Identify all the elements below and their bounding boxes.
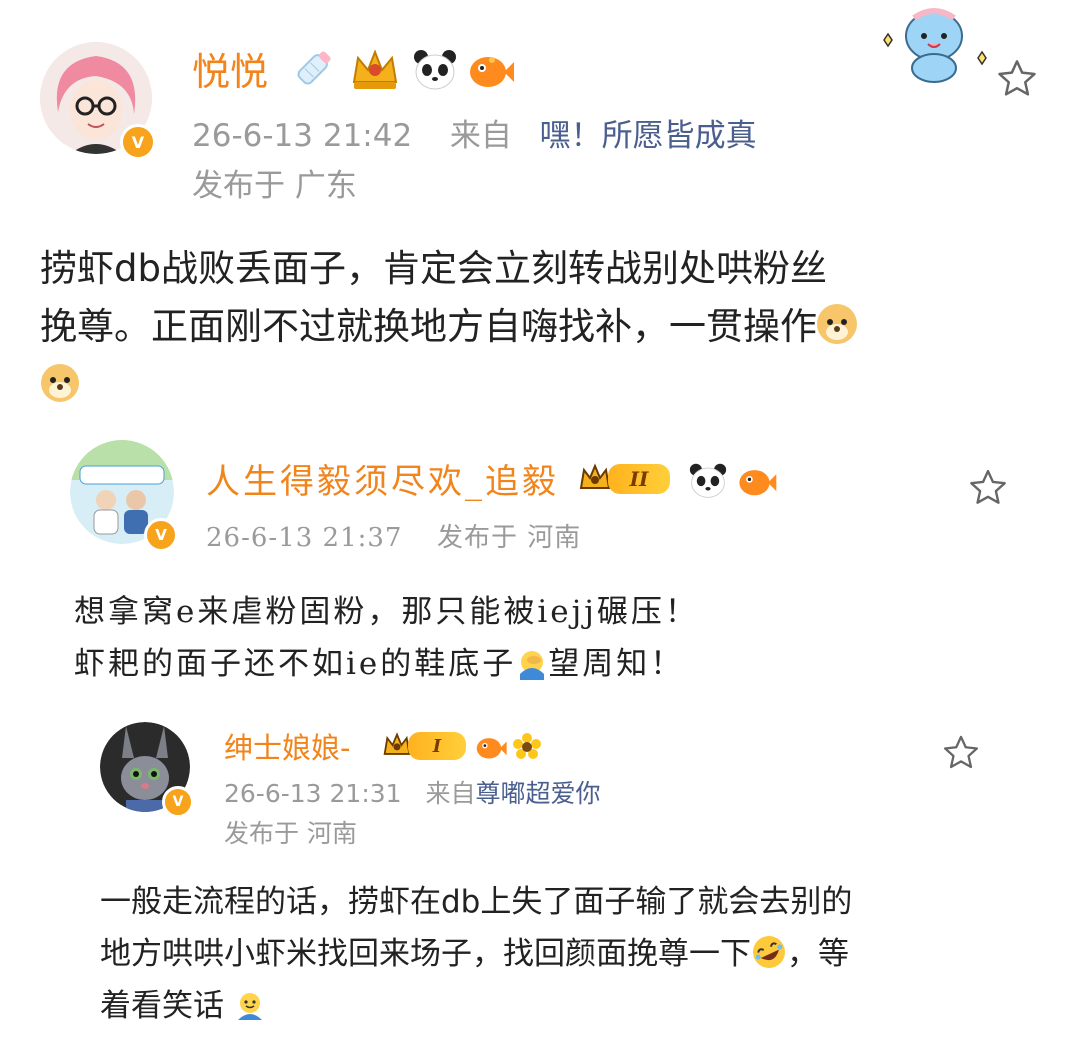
post-content-line [40,356,1050,414]
source-prefix: 来自 [449,118,512,154]
favorite-star-icon[interactable] [940,732,982,778]
post-content-line: 挽尊。正面刚不过就换地方自嗨找补，一贯操作 [40,298,1050,356]
post-location: 发布于 河南 [224,819,357,848]
post-content: 想拿窝e来虐粉固粉，那只能被iejj碾压！ 虾耙的面子还不如ie的鞋底子 望周知… [74,586,974,690]
blue-mascot-decoration-icon [874,6,994,88]
post-time: 26-6-13 21:37 [206,523,403,553]
post-location: 发布于 河南 [437,523,582,553]
post-content-line: 着看笑话 [100,980,1060,1032]
verified-badge: V [120,124,156,160]
facepalm-emoji-icon [516,644,548,680]
source-prefix: 来自 [425,779,476,808]
post-content-line: 一般走流程的话，捞虾在db上失了面子输了就会去别的 [100,884,853,920]
panda-icon [688,462,728,504]
baby-bottle-icon [286,46,338,98]
post-time: 26-6-13 21:42 [192,118,413,154]
source-link[interactable]: 尊嘟超爱你 [476,779,601,808]
panda-icon [412,48,458,96]
orange-fish-icon [736,462,778,504]
post-content-line: 虾耙的面子还不如ie的鞋底子 望周知！ [74,644,685,682]
member-level-badge: II [578,462,670,496]
orange-fish-icon [474,732,508,766]
post-time: 26-6-13 21:31 [224,779,402,808]
favorite-star-icon[interactable] [966,466,1010,514]
post-meta: 26-6-13 21:42 来自 嘿！所愿皆成真 [192,116,757,156]
post-meta: 26-6-13 21:31 来自尊嘟超爱你 [224,776,601,812]
post-content: 一般走流程的话，捞虾在db上失了面子输了就会去别的 地方哄哄小虾米找回来场子，找… [100,876,1060,1032]
post-content-line: 想拿窝e来虐粉固粉，那只能被iejj碾压！ [74,594,699,630]
gold-crown-icon [348,46,402,96]
post-content-line: 地方哄哄小虾米找回来场子，找回颜面挽尊一下 ，等 [100,928,1060,980]
avatar[interactable]: V [100,722,194,818]
verified-badge: V [144,518,178,552]
avatar[interactable]: V [40,42,156,160]
sunflower-icon [512,732,542,766]
source-link[interactable]: 嘿！所愿皆成真 [540,118,757,154]
verified-badge: V [162,786,194,818]
doge-emoji-icon [817,304,857,344]
orange-fish-icon [466,48,516,96]
member-level-badge: I [382,731,466,761]
post-location: 发布于 广东 [192,168,357,204]
favorite-star-icon[interactable] [994,56,1040,106]
username[interactable]: 人生得毅须尽欢_追毅 [206,460,559,504]
rolling-laugh-emoji-icon [751,934,787,970]
username[interactable]: 悦悦 [192,48,268,96]
post-content-line: 捞虾db战败丢面子，肯定会立刻转战别处哄粉丝 [40,247,827,290]
avatar[interactable]: V [70,440,178,552]
doge-emoji-icon [40,362,80,402]
post-content: 捞虾db战败丢面子，肯定会立刻转战别处哄粉丝 挽尊。正面刚不过就换地方自嗨找补，… [40,240,1050,414]
post-meta: 26-6-13 21:37 发布于 河南 [206,520,581,556]
username[interactable]: 绅士娘娘- [224,728,350,768]
hug-emoji-icon [234,986,266,1020]
